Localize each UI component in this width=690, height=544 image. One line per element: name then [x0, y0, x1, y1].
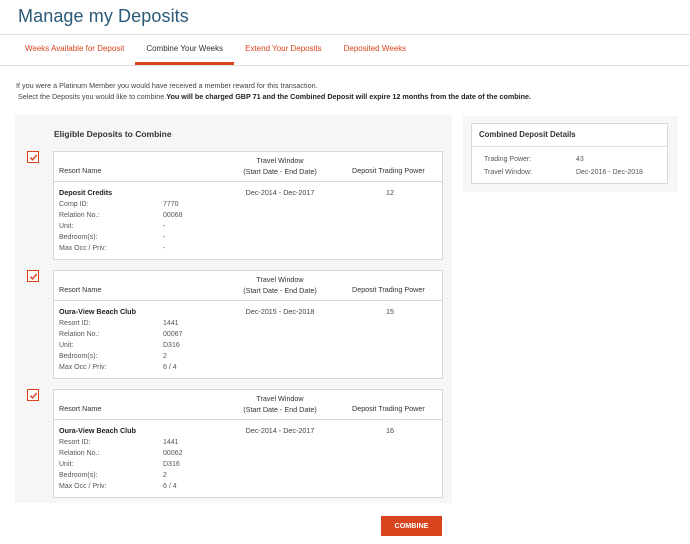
- trading-power-total: 43: [576, 156, 584, 163]
- summary-travel-window: Travel Window: Dec-2016 - Dec-2018: [484, 169, 643, 176]
- col-travel-window: Travel Window (Start Date - End Date): [240, 393, 320, 415]
- tab-combine-weeks[interactable]: Combine Your Weeks: [135, 35, 235, 65]
- deposit-card-header: Resort Name Travel Window (Start Date - …: [54, 390, 442, 420]
- bedrooms-label: Bedroom(s):: [59, 353, 98, 360]
- tab-bar: Weeks Available for Deposit Combine Your…: [14, 35, 417, 65]
- col-travel-window-subtitle: (Start Date - End Date): [243, 405, 317, 414]
- trading-power-label: Trading Power:: [484, 156, 532, 163]
- intro-text: If you were a Platinum Member you would …: [16, 80, 531, 102]
- col-trading-power: Deposit Trading Power: [352, 285, 425, 294]
- bedrooms-value: 2: [163, 472, 167, 479]
- relation-label: Relation No.:: [59, 212, 100, 219]
- relation-label: Relation No.:: [59, 450, 100, 457]
- col-travel-window-subtitle: (Start Date - End Date): [243, 286, 317, 295]
- deposit-card: Resort Name Travel Window (Start Date - …: [53, 151, 443, 260]
- intro-line-2: Select the Deposits you would like to co…: [16, 91, 531, 102]
- col-travel-window-title: Travel Window: [256, 275, 304, 284]
- id-value: 1441: [163, 320, 179, 327]
- trading-power-value: 16: [386, 426, 394, 435]
- travel-window-value: Dec-2014 - Dec-2017: [245, 188, 315, 197]
- tabs-divider: [0, 65, 690, 66]
- combine-button[interactable]: COMBINE: [381, 516, 442, 536]
- deposit-card-body: Oura-View Beach Club Resort ID: 1441 Rela…: [54, 301, 442, 378]
- max-occ-label: Max Occ / Priv:: [59, 483, 107, 490]
- deposit-card: Resort Name Travel Window (Start Date - …: [53, 270, 443, 379]
- max-occ-value: 6 / 4: [163, 364, 177, 371]
- combined-deposit-panel: Combined Deposit Details Trading Power: …: [463, 116, 678, 192]
- tab-weeks-available[interactable]: Weeks Available for Deposit: [14, 35, 135, 65]
- combined-deposit-title: Combined Deposit Details: [479, 130, 576, 139]
- summary-trading-power: Trading Power: 43: [484, 156, 584, 163]
- relation-value: 00067: [163, 331, 183, 338]
- deposit-checkbox[interactable]: [27, 151, 39, 163]
- unit-value: D316: [163, 342, 180, 349]
- col-trading-power: Deposit Trading Power: [352, 404, 425, 413]
- id-label: Comp ID:: [59, 201, 89, 208]
- unit-label: Unit:: [59, 461, 74, 468]
- deposit-card-body: Deposit Credits Comp ID: 7770 Relation No…: [54, 182, 442, 259]
- tab-extend-deposits[interactable]: Extend Your Deposits: [234, 35, 333, 65]
- col-travel-window-title: Travel Window: [256, 394, 304, 403]
- unit-label: Unit:: [59, 342, 74, 349]
- relation-label: Relation No.:: [59, 331, 100, 338]
- combined-deposit-card: Combined Deposit Details Trading Power: …: [471, 123, 668, 184]
- relation-value: 00062: [163, 450, 183, 457]
- bedrooms-value: -: [163, 234, 166, 241]
- unit-value: D316: [163, 461, 180, 468]
- unit-value: -: [163, 223, 166, 230]
- checkmark-icon: [29, 273, 38, 280]
- max-occ-value: -: [163, 245, 166, 252]
- intro-charge-notice: You will be charged GBP 71 and the Combi…: [166, 92, 531, 101]
- deposit-card-body: Oura-View Beach Club Resort ID: 1441 Rela…: [54, 420, 442, 497]
- col-resort-name: Resort Name: [59, 285, 102, 294]
- deposit-card-header: Resort Name Travel Window (Start Date - …: [54, 152, 442, 182]
- col-resort-name: Resort Name: [59, 404, 102, 413]
- bedrooms-label: Bedroom(s):: [59, 472, 98, 479]
- intro-instruction: Select the Deposits you would like to co…: [18, 92, 167, 101]
- page-title: Manage my Deposits: [18, 6, 189, 26]
- summary-divider: [472, 146, 667, 147]
- deposit-card-header: Resort Name Travel Window (Start Date - …: [54, 271, 442, 301]
- bedrooms-label: Bedroom(s):: [59, 234, 98, 241]
- resort-name: Deposit Credits: [59, 188, 113, 197]
- deposit-card: Resort Name Travel Window (Start Date - …: [53, 389, 443, 498]
- eligible-deposits-panel: Eligible Deposits to Combine Resort Name…: [15, 115, 452, 503]
- col-travel-window: Travel Window (Start Date - End Date): [240, 274, 320, 296]
- checkmark-icon: [29, 392, 38, 399]
- resort-name: Oura-View Beach Club: [59, 426, 136, 435]
- deposit-details: Comp ID: 7770 Relation No.: 00068 Unit: - B…: [59, 199, 182, 254]
- deposit-checkbox[interactable]: [27, 270, 39, 282]
- id-value: 7770: [163, 201, 179, 208]
- travel-window-value: Dec-2014 - Dec-2017: [245, 426, 315, 435]
- deposit-details: Resort ID: 1441 Relation No.: 00067 Unit: D…: [59, 318, 182, 373]
- col-resort-name: Resort Name: [59, 166, 102, 175]
- travel-window-label: Travel Window:: [484, 169, 532, 176]
- deposit-checkbox[interactable]: [27, 389, 39, 401]
- id-label: Resort ID:: [59, 320, 91, 327]
- bedrooms-value: 2: [163, 353, 167, 360]
- tab-deposited-weeks[interactable]: Deposited Weeks: [333, 35, 418, 65]
- unit-label: Unit:: [59, 223, 74, 230]
- resort-name: Oura-View Beach Club: [59, 307, 136, 316]
- max-occ-label: Max Occ / Priv:: [59, 245, 107, 252]
- col-travel-window-subtitle: (Start Date - End Date): [243, 167, 317, 176]
- id-value: 1441: [163, 439, 179, 446]
- eligible-deposits-heading: Eligible Deposits to Combine: [54, 129, 172, 139]
- max-occ-value: 6 / 4: [163, 483, 177, 490]
- combined-travel-window: Dec-2016 - Dec-2018: [576, 169, 643, 176]
- relation-value: 00068: [163, 212, 183, 219]
- col-travel-window: Travel Window (Start Date - End Date): [240, 155, 320, 177]
- trading-power-value: 12: [386, 188, 394, 197]
- trading-power-value: 15: [386, 307, 394, 316]
- col-trading-power: Deposit Trading Power: [352, 166, 425, 175]
- deposit-details: Resort ID: 1441 Relation No.: 00062 Unit: D…: [59, 437, 182, 492]
- id-label: Resort ID:: [59, 439, 91, 446]
- intro-line-1: If you were a Platinum Member you would …: [16, 81, 318, 90]
- max-occ-label: Max Occ / Priv:: [59, 364, 107, 371]
- col-travel-window-title: Travel Window: [256, 156, 304, 165]
- travel-window-value: Dec-2015 - Dec-2018: [245, 307, 315, 316]
- checkmark-icon: [29, 154, 38, 161]
